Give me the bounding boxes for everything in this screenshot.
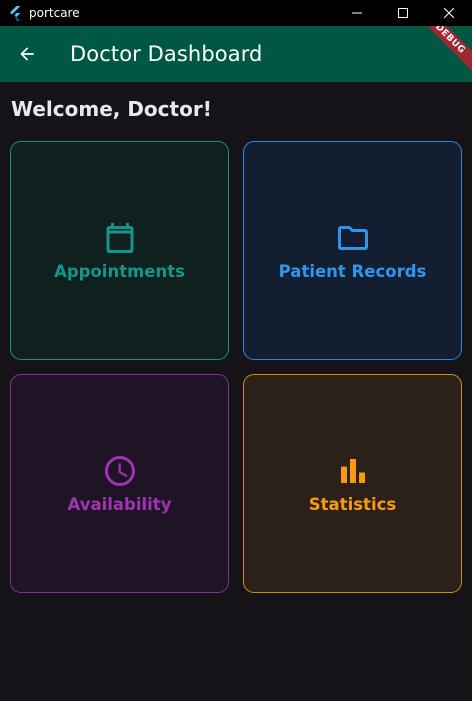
appointments-label: Appointments (54, 262, 185, 281)
app-window: portcare Doctor Dashboard DEBUG Welcome,… (0, 0, 472, 701)
patient-records-label: Patient Records (278, 262, 427, 281)
clock-icon (102, 453, 138, 489)
close-icon (444, 8, 454, 18)
folder-icon (335, 220, 371, 256)
statistics-label: Statistics (308, 495, 397, 514)
window-titlebar: portcare (0, 0, 472, 26)
welcome-heading: Welcome, Doctor! (11, 97, 212, 121)
maximize-button[interactable] (380, 0, 426, 26)
minimize-icon (352, 12, 362, 14)
window-controls (334, 0, 472, 26)
availability-label: Availability (67, 495, 172, 514)
appointments-card[interactable]: Appointments (10, 141, 229, 360)
calendar-icon (102, 220, 138, 256)
statistics-card[interactable]: Statistics (243, 374, 462, 593)
debug-banner: DEBUG (411, 26, 472, 78)
close-button[interactable] (426, 0, 472, 26)
minimize-button[interactable] (334, 0, 380, 26)
app-bar: Doctor Dashboard DEBUG (0, 26, 472, 82)
back-button[interactable] (15, 42, 39, 66)
flutter-logo-icon (7, 5, 23, 21)
availability-card[interactable]: Availability (10, 374, 229, 593)
patient-records-card[interactable]: Patient Records (243, 141, 462, 360)
window-title: portcare (29, 6, 80, 20)
bar-chart-icon (335, 453, 371, 489)
page-title: Doctor Dashboard (70, 42, 263, 66)
arrow-back-icon (20, 47, 34, 61)
maximize-icon (398, 8, 408, 18)
